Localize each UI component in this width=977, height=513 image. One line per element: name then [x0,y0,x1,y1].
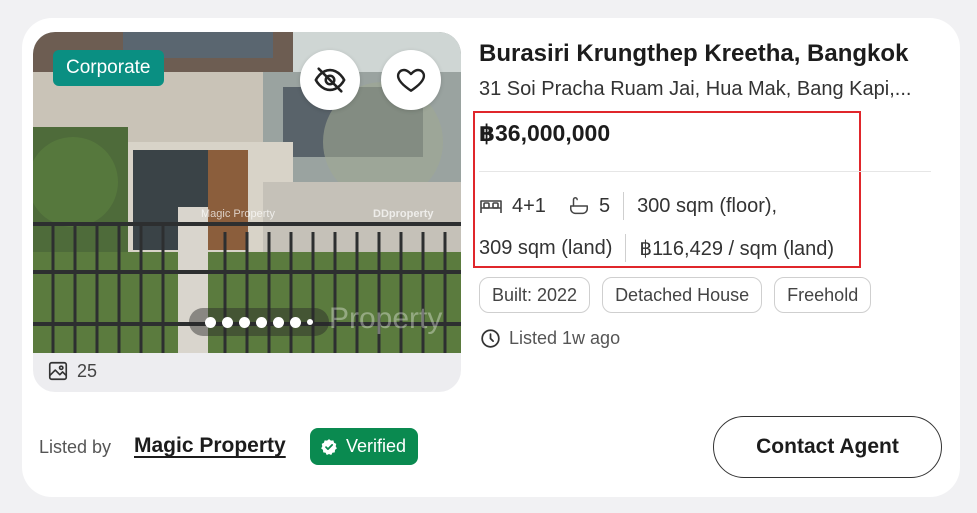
agent-name-link[interactable]: Magic Property [134,434,286,458]
listing-card[interactable]: Magic Property DDproperty Property Corpo… [22,18,960,497]
photo-count[interactable]: 25 [47,360,97,382]
spec-separator [625,234,627,262]
listed-by-label: Listed by [39,437,112,457]
bedrooms-spec: 4+1 [479,195,546,218]
listing-photo-block[interactable]: Magic Property DDproperty Property Corpo… [33,32,461,392]
listing-photo[interactable]: Magic Property DDproperty Property Corpo… [33,32,461,353]
carousel-dots[interactable] [189,308,329,336]
heart-icon [396,68,426,92]
carousel-dot[interactable] [222,316,233,328]
hide-listing-button[interactable] [300,50,360,110]
carousel-dot[interactable] [256,316,267,328]
image-icon [48,361,68,381]
large-watermark: Property [329,302,443,335]
property-type-pill: Detached House [602,277,763,313]
portal-watermark: DDproperty [373,208,434,220]
verified-label: Verified [346,436,407,456]
verified-badge: Verified [310,428,419,465]
spec-row-secondary: 309 sqm (land) ฿116,429 / sqm (land) [479,234,834,262]
bed-icon [480,200,502,213]
clock-icon [481,329,500,348]
listed-time: Listed 1w ago [480,328,620,349]
contact-agent-button[interactable]: Contact Agent [713,416,942,478]
carousel-dot[interactable] [290,316,301,328]
spec-separator [623,192,625,220]
listing-address: 31 Soi Pracha Ruam Jai, Hua Mak, Bang Ka… [479,78,912,100]
land-area: 309 sqm (land) [479,236,613,259]
photo-count-value: 25 [77,360,98,381]
listing-title[interactable]: Burasiri Krungthep Kreetha, Bangkok [479,40,908,68]
price-per-sqm: ฿116,429 / sqm (land) [639,237,835,260]
bedrooms-value: 4+1 [512,194,546,217]
bathrooms-spec: 5 [568,195,610,218]
listed-time-text: Listed 1w ago [509,328,621,348]
built-year-pill: Built: 2022 [479,277,591,313]
tenure-pill: Freehold [774,277,872,313]
favorite-button[interactable] [381,50,441,110]
spec-row-primary: 4+1 5 300 sqm (floor), [479,192,777,220]
divider [479,171,931,172]
listing-tags: Built: 2022 Detached House Freehold [479,277,872,313]
eye-off-icon [314,67,346,93]
carousel-dot[interactable] [205,316,216,328]
badge-check-icon [321,438,337,455]
bathrooms-value: 5 [598,194,611,217]
listing-price: ฿36,000,000 [479,120,611,146]
floor-area: 300 sqm (floor), [637,194,778,217]
bathtub-icon [569,197,588,215]
carousel-dot[interactable] [239,316,250,328]
corporate-tag: Corporate [53,50,164,86]
carousel-dot[interactable] [273,316,284,328]
carousel-dot[interactable] [307,319,313,325]
agent-watermark: Magic Property [201,208,275,220]
